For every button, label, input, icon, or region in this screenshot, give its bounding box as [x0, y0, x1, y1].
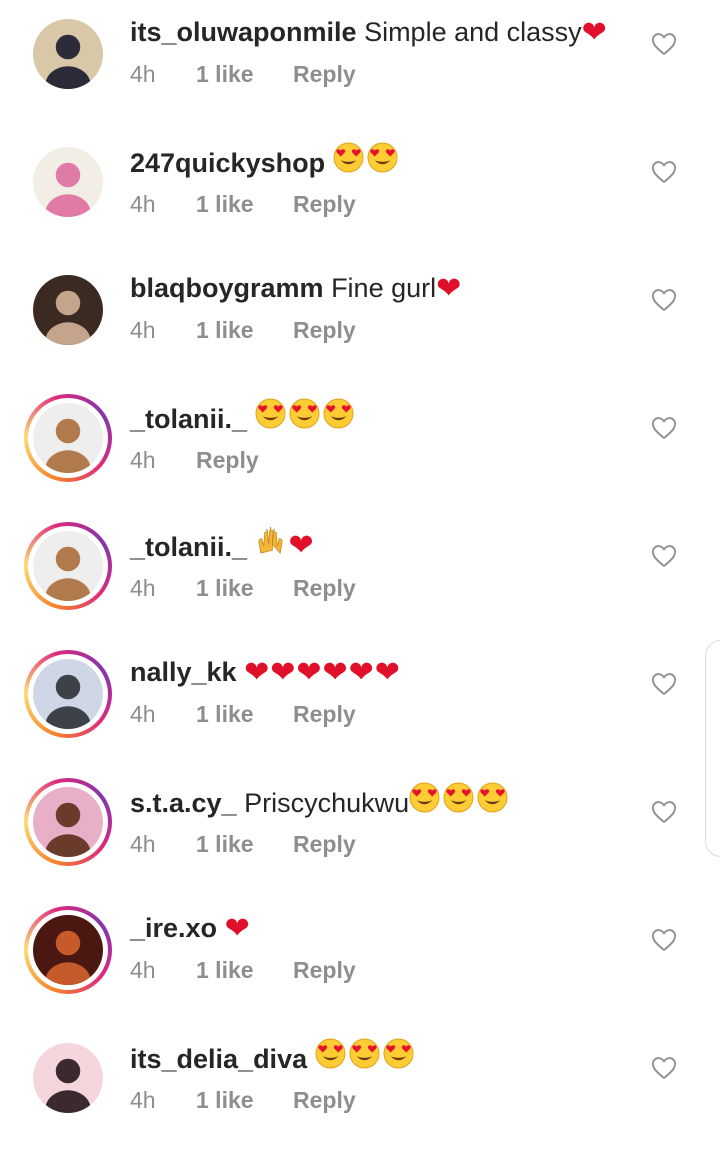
comment-timestamp: 4h	[130, 317, 156, 343]
red-heart-emoji: ❤	[224, 912, 251, 945]
heart-eyes-emoji	[315, 1038, 417, 1072]
comment-username[interactable]: its_oluwaponmile	[130, 17, 357, 47]
reply-button[interactable]: Reply	[293, 317, 356, 344]
floating-panel-edge	[705, 640, 720, 857]
comment-timestamp: 4h	[130, 61, 156, 87]
comment-username[interactable]: s.t.a.cy_	[130, 788, 237, 818]
comment-body: blaqboygramm Fine gurl❤ 4h 1 like Reply	[130, 270, 650, 344]
comment-username[interactable]: blaqboygramm	[130, 273, 324, 303]
profile-photo	[33, 531, 103, 601]
comment-username[interactable]: nally_kk	[130, 657, 237, 687]
comment-timestamp: 4h	[130, 191, 156, 217]
profile-photo	[33, 1043, 103, 1113]
story-ring-avatar[interactable]	[24, 778, 112, 866]
comment-timestamp: 4h	[130, 575, 156, 601]
comment-item: its_oluwaponmile Simple and classy❤ 4h 1 l…	[0, 0, 720, 128]
heart-outline-icon[interactable]	[650, 670, 678, 698]
comment-body: its_oluwaponmile Simple and classy❤ 4h 1 l…	[130, 14, 650, 88]
avatar[interactable]	[24, 138, 112, 226]
red-heart-emoji: ❤❤❤❤❤❤	[244, 656, 401, 689]
profile-photo	[33, 915, 103, 985]
profile-photo	[33, 19, 103, 89]
comment-item: _tolanii._ 4h Reply	[0, 384, 720, 512]
red-heart-emoji: ❤	[436, 272, 463, 305]
comment-timestamp: 4h	[130, 701, 156, 727]
comment-username[interactable]: its_delia_diva	[130, 1044, 307, 1074]
comment-body: 247quickyshop 4h 1 like Reply	[130, 142, 650, 218]
comment-body: _tolanii._ ❤ 4h 1 like Reply	[130, 526, 650, 602]
heart-outline-icon[interactable]	[650, 414, 678, 442]
comment-username[interactable]: _tolanii._	[130, 404, 247, 434]
heart-outline-icon[interactable]	[650, 158, 678, 186]
comment-timestamp: 4h	[130, 447, 156, 473]
comment-body: _ire.xo ❤ 4h 1 like Reply	[130, 910, 650, 984]
comment-username[interactable]: 247quickyshop	[130, 148, 325, 178]
heart-eyes-emoji	[409, 782, 511, 816]
comment-timestamp: 4h	[130, 957, 156, 983]
heart-outline-icon[interactable]	[650, 286, 678, 314]
comment-item: _ire.xo ❤ 4h 1 like Reply	[0, 896, 720, 1024]
heart-outline-icon[interactable]	[650, 30, 678, 58]
heart-outline-icon[interactable]	[650, 1054, 678, 1082]
heart-outline-icon[interactable]	[650, 798, 678, 826]
comment-timestamp: 4h	[130, 831, 156, 857]
comment-likes-count[interactable]: 1 like	[196, 831, 293, 858]
reply-button[interactable]: Reply	[293, 957, 356, 984]
avatar[interactable]	[24, 10, 112, 98]
comment-likes-count[interactable]: 1 like	[196, 61, 293, 88]
comment-likes-count[interactable]: 1 like	[196, 957, 293, 984]
comment-text: Priscychukwu	[244, 788, 410, 818]
comment-item: blaqboygramm Fine gurl❤ 4h 1 like Reply	[0, 256, 720, 384]
story-ring-avatar[interactable]	[24, 394, 112, 482]
avatar[interactable]	[24, 266, 112, 354]
comment-likes-count[interactable]: 1 like	[196, 701, 293, 728]
comment-likes-count[interactable]: 1 like	[196, 191, 293, 218]
raised-hands-heart-emoji: ❤	[255, 526, 315, 562]
comment-body: s.t.a.cy_ Priscychukwu 4h 1 like Reply	[130, 782, 650, 858]
heart-outline-icon[interactable]	[650, 926, 678, 954]
comment-likes-count[interactable]: 1 like	[196, 317, 293, 344]
story-ring-avatar[interactable]	[24, 650, 112, 738]
comment-text: Fine gurl	[331, 273, 437, 303]
comment-likes-count[interactable]: 1 like	[196, 1087, 293, 1114]
profile-photo	[33, 275, 103, 345]
reply-button[interactable]: Reply	[293, 61, 356, 88]
comment-username[interactable]: _ire.xo	[130, 913, 217, 943]
reply-button[interactable]: Reply	[293, 1087, 356, 1114]
comment-item: 247quickyshop 4h 1 like Reply	[0, 128, 720, 256]
heart-outline-icon[interactable]	[650, 542, 678, 570]
reply-button[interactable]: Reply	[293, 191, 356, 218]
comment-username[interactable]: _tolanii._	[130, 532, 247, 562]
comment-timestamp: 4h	[130, 1087, 156, 1113]
reply-button[interactable]: Reply	[293, 575, 356, 602]
comment-item: its_delia_diva 4h 1 like Reply	[0, 1024, 720, 1152]
comment-text: Simple and classy	[364, 17, 582, 47]
profile-photo	[33, 147, 103, 217]
comment-likes-count[interactable]: 1 like	[196, 575, 293, 602]
comment-body: nally_kk ❤❤❤❤❤❤ 4h 1 like Reply	[130, 654, 650, 728]
profile-photo	[33, 403, 103, 473]
comment-body: its_delia_diva 4h 1 like Reply	[130, 1038, 650, 1114]
heart-eyes-emoji	[255, 398, 357, 432]
comment-body: _tolanii._ 4h Reply	[130, 398, 650, 474]
reply-button[interactable]: Reply	[293, 831, 356, 858]
comment-item: nally_kk ❤❤❤❤❤❤ 4h 1 like Reply	[0, 640, 720, 768]
profile-photo	[33, 787, 103, 857]
comment-item: _tolanii._ ❤ 4h 1 like Reply	[0, 512, 720, 640]
red-heart-emoji: ❤	[581, 16, 608, 49]
profile-photo	[33, 659, 103, 729]
reply-button[interactable]: Reply	[293, 701, 356, 728]
heart-eyes-emoji	[333, 142, 401, 176]
reply-button[interactable]: Reply	[196, 447, 259, 474]
story-ring-avatar[interactable]	[24, 522, 112, 610]
story-ring-avatar[interactable]	[24, 906, 112, 994]
comment-item: s.t.a.cy_ Priscychukwu 4h 1 like Reply	[0, 768, 720, 896]
